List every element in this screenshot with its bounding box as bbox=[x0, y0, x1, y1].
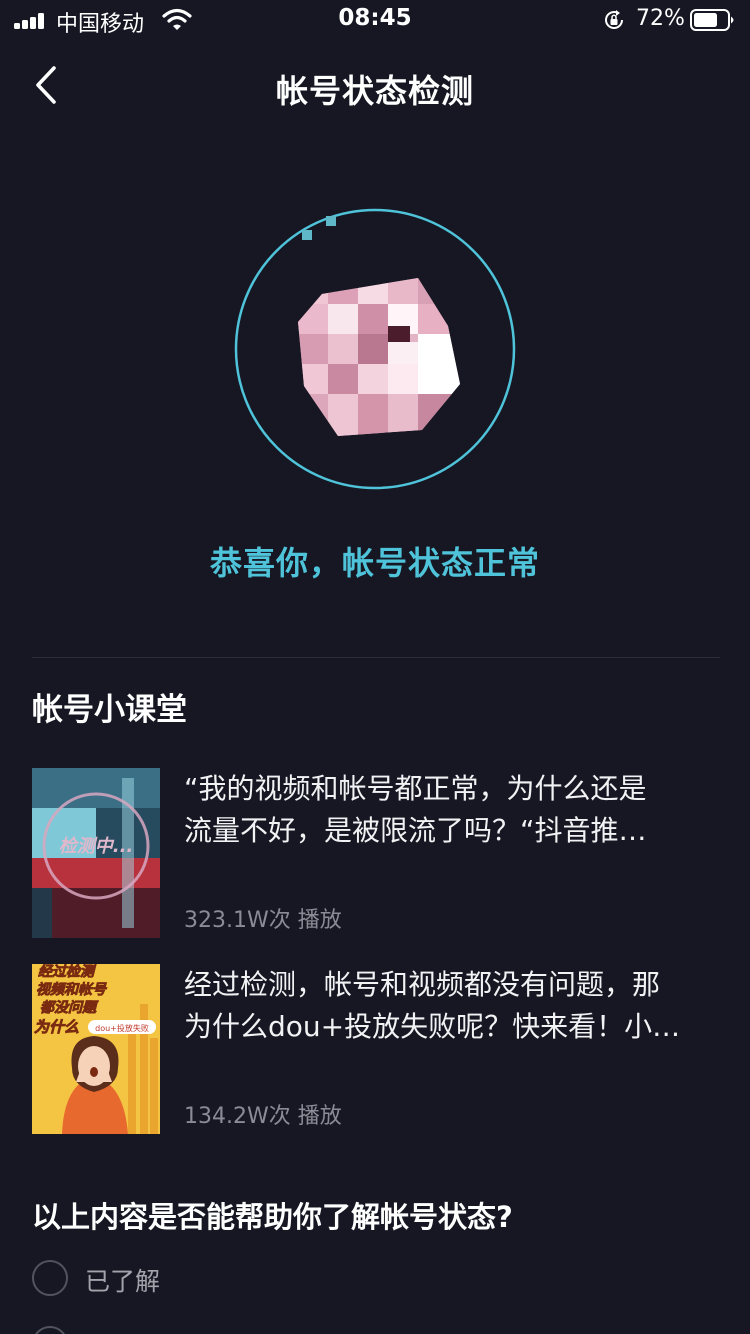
video-thumbnail[interactable]: 经过检测 视频和帐号 都没问题 为什么 dou+投放失败 bbox=[32, 964, 160, 1134]
battery-percent: 72% bbox=[636, 6, 685, 31]
play-count: 134.2W次 播放 bbox=[184, 1104, 342, 1129]
feedback-question: 以上内容是否能帮助你了解帐号状态? bbox=[32, 1200, 513, 1234]
video-thumbnail[interactable]: 检测中... bbox=[32, 768, 160, 938]
thumb-tag: dou+投放失败 bbox=[95, 1023, 149, 1033]
orientation-lock-icon bbox=[605, 10, 623, 29]
thumb-text: 为什么 bbox=[34, 1018, 79, 1036]
video-title-line: 经过检测，帐号和视频都没有问题，那 bbox=[184, 968, 661, 1001]
thumb-text: 都没问题 bbox=[40, 1000, 99, 1016]
radio-button[interactable] bbox=[32, 1260, 68, 1296]
option-label: 已了解 bbox=[85, 1267, 161, 1296]
section-title: 帐号小课堂 bbox=[32, 692, 187, 728]
video-item[interactable]: 检测中... “我的视频和帐号都正常，为什么还是 流量不好，是被限流了吗？“抖音… bbox=[32, 768, 722, 938]
thumb-text: 视频和帐号 bbox=[36, 981, 107, 998]
account-status-page: 中国移动 08:45 72% 帐号状态检测 恭喜你，帐号状态正常 帐号小课堂 检… bbox=[0, 0, 750, 1334]
thumb-text: 经过检测 bbox=[38, 964, 97, 980]
play-count: 323.1W次 播放 bbox=[184, 908, 342, 933]
video-title[interactable]: 经过检测，帐号和视频都没有问题，那 为什么dou+投放失败呢？快来看！小… bbox=[184, 964, 722, 1048]
video-item[interactable]: 经过检测 视频和帐号 都没问题 为什么 dou+投放失败 经过检测，帐号和视频都… bbox=[32, 964, 722, 1134]
status-result-text: 恭喜你，帐号状态正常 bbox=[209, 544, 540, 582]
video-title-line: 流量不好，是被限流了吗？“抖音推… bbox=[184, 814, 647, 847]
battery-icon bbox=[690, 9, 734, 31]
video-title-line: “我的视频和帐号都正常，为什么还是 bbox=[184, 772, 647, 805]
radio-button[interactable] bbox=[32, 1326, 68, 1334]
page-title: 帐号状态检测 bbox=[275, 72, 474, 110]
status-bar: 中国移动 08:45 72% bbox=[0, 0, 750, 40]
avatar bbox=[298, 278, 460, 436]
thumb-text: 检测中... bbox=[59, 836, 134, 857]
divider bbox=[32, 657, 720, 658]
video-title-line: 为什么dou+投放失败呢？快来看！小… bbox=[184, 1010, 681, 1043]
video-title[interactable]: “我的视频和帐号都正常，为什么还是 流量不好，是被限流了吗？“抖音推… bbox=[184, 768, 722, 852]
